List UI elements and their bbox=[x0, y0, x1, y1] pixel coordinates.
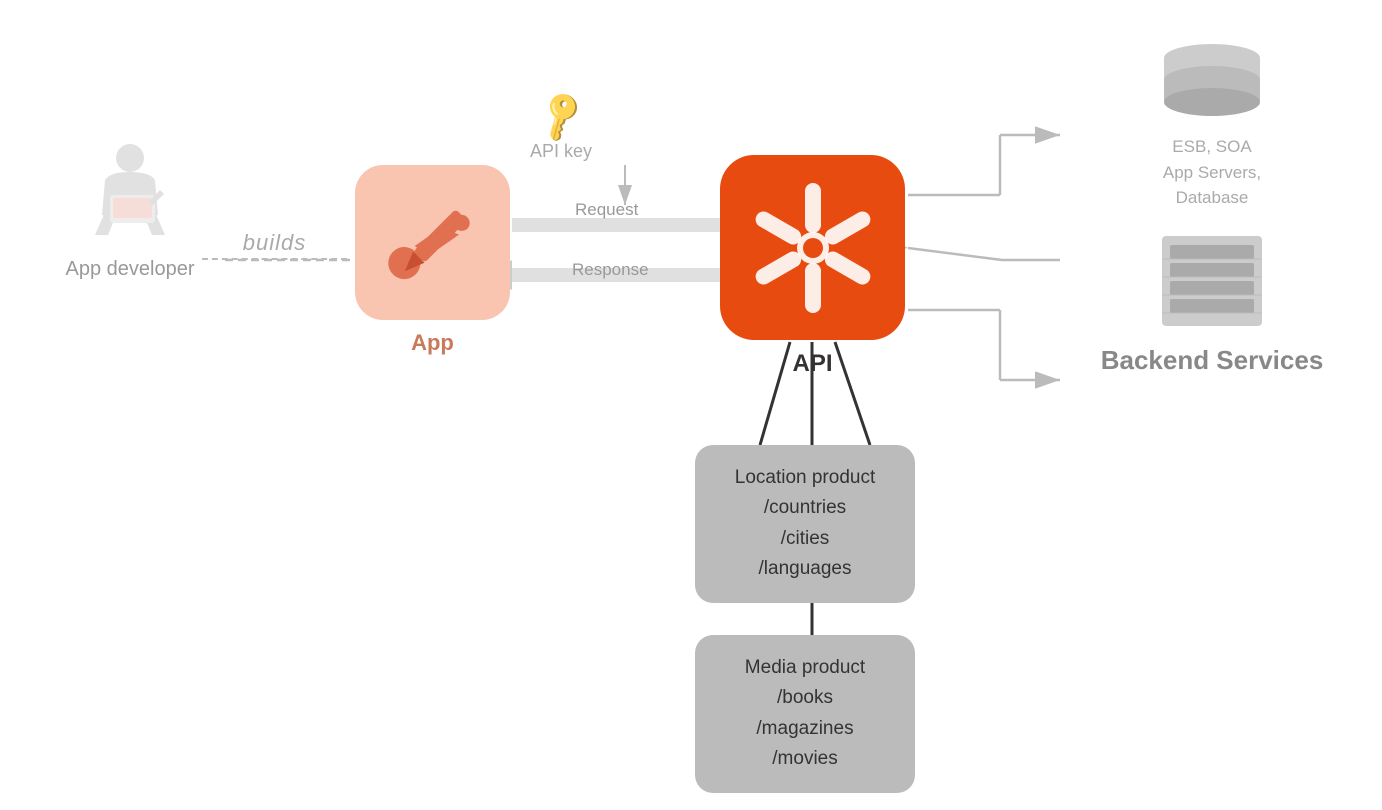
api-section: API bbox=[720, 155, 905, 378]
developer-icon bbox=[80, 140, 180, 250]
api-icon-bg bbox=[720, 155, 905, 340]
tools-icon bbox=[373, 183, 493, 303]
endpoint2-line1: Media product bbox=[719, 653, 891, 683]
app-section: App bbox=[355, 165, 510, 356]
response-label: Response bbox=[572, 260, 649, 280]
app-label: App bbox=[411, 330, 454, 356]
builds-label: builds bbox=[202, 230, 347, 260]
endpoint2-line4: /movies bbox=[719, 744, 891, 774]
server-rack-icon bbox=[1152, 231, 1272, 331]
backend-services-label: Backend Services bbox=[1072, 345, 1352, 376]
api-key-label: API key bbox=[530, 141, 592, 162]
endpoint2-line3: /magazines bbox=[719, 714, 891, 744]
app-icon bbox=[355, 165, 510, 320]
api-key-section: 🔑 API key bbox=[530, 95, 592, 162]
esb-label: ESB, SOAApp Servers,Database bbox=[1163, 134, 1261, 211]
endpoint1-line2: /countries bbox=[719, 493, 891, 523]
key-icon: 🔑 bbox=[531, 87, 591, 146]
server-icon-group bbox=[1072, 231, 1352, 331]
request-label: Request bbox=[575, 200, 638, 220]
database-icon-group: ESB, SOAApp Servers,Database bbox=[1072, 40, 1352, 211]
backend-services-section: ESB, SOAApp Servers,Database Backend Ser… bbox=[1072, 40, 1352, 376]
endpoint2-line2: /books bbox=[719, 683, 891, 713]
api-label: API bbox=[792, 350, 832, 378]
api-hub-icon bbox=[738, 173, 888, 323]
endpoint1-line4: /languages bbox=[719, 554, 891, 584]
endpoint1-line3: /cities bbox=[719, 524, 891, 554]
database-icon bbox=[1152, 40, 1272, 130]
endpoint-box-location: Location product /countries /cities /lan… bbox=[695, 445, 915, 603]
diagram-container: App developer builds App 🔑 A bbox=[0, 0, 1382, 810]
developer-label: App developer bbox=[66, 258, 195, 281]
endpoint-box-media: Media product /books /magazines /movies bbox=[695, 635, 915, 793]
endpoint1-line1: Location product bbox=[719, 463, 891, 493]
app-developer-section: App developer bbox=[40, 140, 220, 281]
